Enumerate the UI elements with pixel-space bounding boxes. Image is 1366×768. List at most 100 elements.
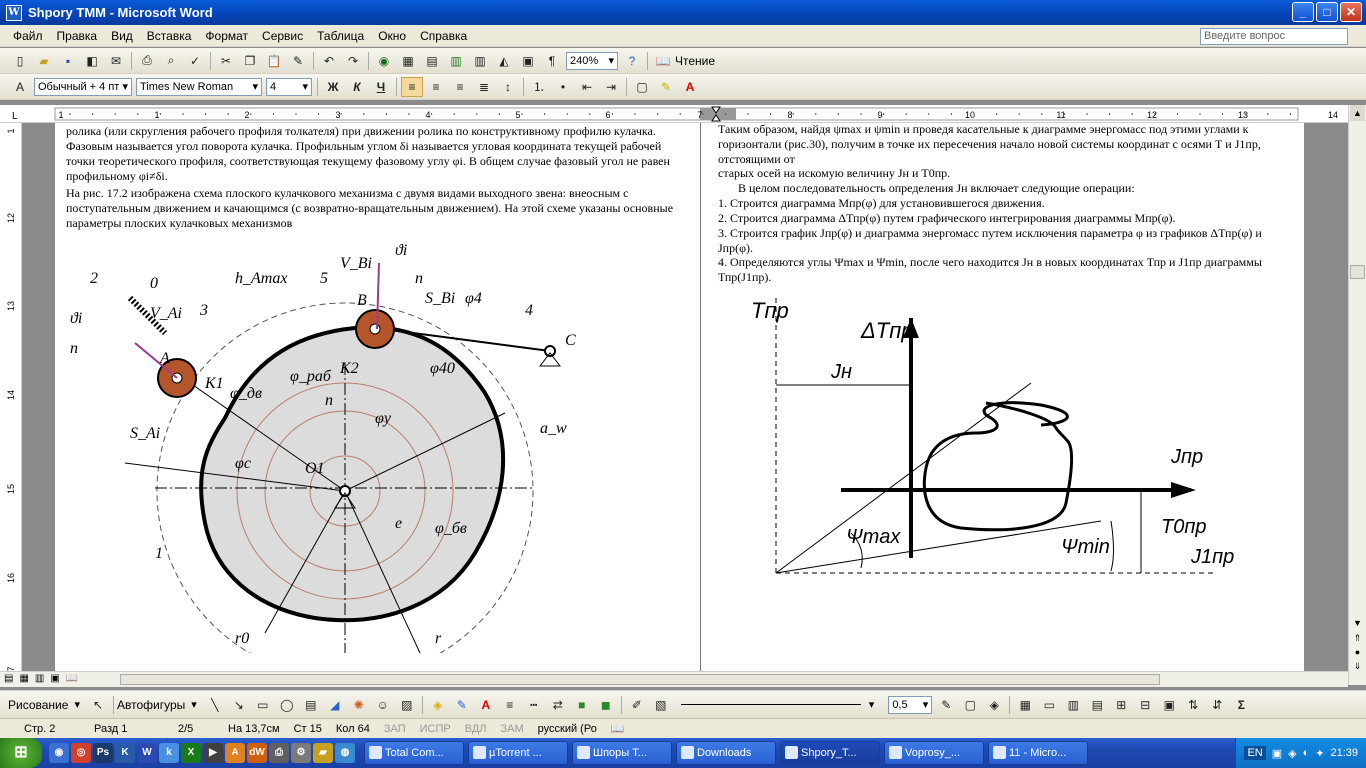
style-select[interactable]: Обычный + 4 пт ▾ — [34, 77, 132, 96]
task-chrome-shpory[interactable]: Шпоры Т... — [572, 741, 672, 765]
align-center-icon[interactable]: ≡ — [425, 77, 447, 97]
line-icon[interactable]: ╲ — [204, 695, 226, 715]
avast-icon[interactable]: A — [225, 743, 245, 763]
line-spacing-icon[interactable]: ↕ — [497, 77, 519, 97]
arrow-style-icon[interactable]: ⇄ — [547, 695, 569, 715]
vertical-ruler[interactable]: 1 12 13 14 15 16 7 — [0, 123, 22, 672]
reading-mode-button[interactable]: Чтение — [675, 54, 715, 68]
oval-icon[interactable]: ◯ — [276, 695, 298, 715]
increase-indent-icon[interactable]: ⇥ — [600, 77, 622, 97]
gear-icon[interactable]: ⚙ — [291, 743, 311, 763]
permission-icon[interactable]: ◧ — [81, 51, 103, 71]
maximize-button[interactable]: □ — [1316, 2, 1338, 22]
distribute-cols-icon[interactable]: ⊟ — [1134, 695, 1156, 715]
zoom-select[interactable]: 240% ▾ — [566, 51, 618, 70]
spelling-icon[interactable]: ✓ — [184, 51, 206, 71]
drawing-icon[interactable]: ◭ — [493, 51, 515, 71]
justify-icon[interactable]: ≣ — [473, 77, 495, 97]
edit-textbox-icon[interactable]: ✐ — [626, 695, 648, 715]
doc-map-icon[interactable]: ▣ — [517, 51, 539, 71]
status-overtype[interactable]: ЗАМ — [501, 723, 524, 735]
spell-status-icon[interactable]: 📖 — [611, 722, 625, 735]
redo-icon[interactable]: ↷ — [342, 51, 364, 71]
show-marks-icon[interactable]: ¶ — [541, 51, 563, 71]
open-icon[interactable]: ▰ — [33, 51, 55, 71]
menu-view[interactable]: Вид — [104, 29, 140, 43]
paste-icon[interactable]: 📋 — [263, 51, 285, 71]
line-width-select[interactable]: 0,5 ▾ — [888, 695, 933, 714]
task-microsoft[interactable]: 11 - Micro... — [988, 741, 1088, 765]
italic-button[interactable]: К — [346, 77, 368, 97]
scroll-up-icon[interactable]: ▲ — [1350, 105, 1365, 121]
3d-icon[interactable]: ◼ — [595, 695, 617, 715]
insert-table2-icon[interactable]: ▦ — [1014, 695, 1036, 715]
menu-tools[interactable]: Сервис — [255, 29, 310, 43]
line-color-icon[interactable]: ✎ — [451, 695, 473, 715]
borders-icon[interactable]: ▢ — [631, 77, 653, 97]
help-icon[interactable]: ? — [621, 51, 643, 71]
wordart-icon[interactable]: ◢ — [324, 695, 346, 715]
highlight-icon[interactable]: ✎ — [655, 77, 677, 97]
insert-table-icon[interactable]: ▤ — [421, 51, 443, 71]
shading-icon[interactable]: ◈ — [983, 695, 1005, 715]
new-doc-icon[interactable]: ▯ — [9, 51, 31, 71]
print-icon[interactable]: ⎙ — [136, 51, 158, 71]
menu-format[interactable]: Формат — [198, 29, 255, 43]
align-left-icon[interactable]: ≡ — [401, 76, 423, 97]
font-select[interactable]: Times New Roman ▾ — [136, 77, 262, 96]
start-button[interactable]: ⊞ — [0, 738, 42, 768]
email-icon[interactable]: ✉ — [105, 51, 127, 71]
excel-icon[interactable]: X — [181, 743, 201, 763]
diagram-icon[interactable]: ✺ — [348, 695, 370, 715]
photoshop-icon[interactable]: Ps — [93, 743, 113, 763]
uk-icon[interactable]: k — [159, 743, 179, 763]
columns-icon[interactable]: ▥ — [469, 51, 491, 71]
sort-icon[interactable]: ⇵ — [1206, 695, 1228, 715]
task-word-shpory[interactable]: Shpory_T... — [780, 741, 880, 765]
horizontal-scrollbar[interactable]: ▤▦▥▣📖 — [0, 671, 1348, 687]
next-page-icon[interactable]: ⇓ — [1350, 661, 1365, 675]
autoformat-icon[interactable]: ▣ — [1158, 695, 1180, 715]
cut-icon[interactable]: ✂ — [215, 51, 237, 71]
fill-color-icon[interactable]: ◈ — [427, 695, 449, 715]
printer-icon[interactable]: ⎙ — [269, 743, 289, 763]
hscroll-thumb[interactable] — [120, 674, 1160, 685]
status-track[interactable]: ИСПР — [420, 723, 451, 735]
language-indicator[interactable]: EN — [1244, 746, 1266, 760]
textbox-icon[interactable]: ▤ — [300, 695, 322, 715]
align-right-icon[interactable]: ≡ — [449, 77, 471, 97]
shadow-icon[interactable]: ■ — [571, 695, 593, 715]
align-cells-icon[interactable]: ▤ — [1086, 695, 1108, 715]
border-color-icon[interactable]: ✎ — [935, 695, 957, 715]
status-rec[interactable]: ЗАП — [384, 723, 406, 735]
hyperlink-icon[interactable]: ◉ — [373, 51, 395, 71]
document-area[interactable]: ролика (или скругления рабочего профиля … — [22, 123, 1348, 671]
menu-help[interactable]: Справка — [413, 29, 474, 43]
text-direction-icon[interactable]: ▧ — [650, 695, 672, 715]
distribute-rows-icon[interactable]: ⊞ — [1110, 695, 1132, 715]
picture-icon[interactable]: ▨ — [396, 695, 418, 715]
clipart-icon[interactable]: ☺ — [372, 695, 394, 715]
task-total-commander[interactable]: Total Com... — [364, 741, 464, 765]
kmplayer-icon[interactable]: K — [115, 743, 135, 763]
copy-icon[interactable]: ❐ — [239, 51, 261, 71]
autosum-icon[interactable]: Σ — [1230, 695, 1252, 715]
folder-icon[interactable]: ▰ — [313, 743, 333, 763]
tables-borders-icon[interactable]: ▦ — [397, 51, 419, 71]
drawing-menu[interactable]: Рисование — [8, 698, 68, 712]
menu-file[interactable]: Файл — [6, 29, 50, 43]
horizontal-ruler[interactable]: 1 1 2 3 4 5 6 7 8 9 10 11 12 13 14 L — [0, 105, 1348, 123]
rectangle-icon[interactable]: ▭ — [252, 695, 274, 715]
help-search-input[interactable]: Введите вопрос — [1200, 28, 1348, 45]
numbering-icon[interactable]: ⒈ — [528, 77, 550, 97]
menu-edit[interactable]: Правка — [50, 29, 105, 43]
preview-icon[interactable]: ⌕ — [160, 51, 182, 71]
player-icon[interactable]: ▶ — [203, 743, 223, 763]
font-color-draw-icon[interactable]: A — [475, 695, 497, 715]
font-size-select[interactable]: 4 ▾ — [266, 77, 312, 96]
scroll-thumb[interactable] — [1350, 265, 1365, 279]
autoshapes-menu[interactable]: Автофигуры — [117, 698, 185, 712]
reading-icon[interactable]: 📖 — [652, 51, 674, 71]
arrow-icon[interactable]: ↘ — [228, 695, 250, 715]
dash-style-icon[interactable]: ┅ — [523, 695, 545, 715]
